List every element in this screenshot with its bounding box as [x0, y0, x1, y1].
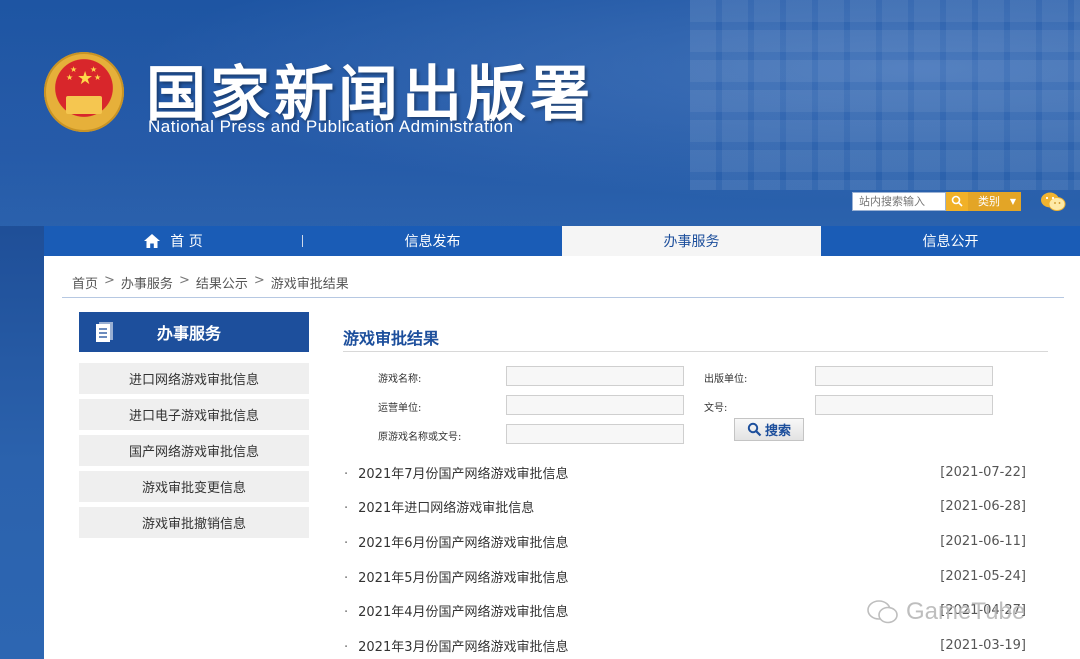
list-item-title[interactable]: 2021年4月份国产网络游戏审批信息 [358, 605, 568, 620]
list-item[interactable]: · 2021年5月份国产网络游戏审批信息 [2021-05-24] [344, 559, 1026, 594]
list-item-title[interactable]: 2021年6月份国产网络游戏审批信息 [358, 536, 568, 551]
category-label: 类别 [978, 195, 1000, 208]
national-emblem-icon: ★ ★ ★ ★ ★ [44, 52, 124, 132]
nav-info-disclosure[interactable]: 信息公开 [821, 226, 1080, 256]
doc-no-input[interactable] [815, 395, 993, 415]
category-dropdown[interactable]: 类别 ▼ [968, 192, 1021, 211]
main-nav: 首 页 信息发布 办事服务 信息公开 [44, 226, 1080, 256]
list-item-date: [2021-06-28] [940, 499, 1026, 515]
list-item-date: [2021-06-11] [940, 533, 1026, 549]
header-background-pattern [690, 0, 1080, 190]
sidebar-item-import-console[interactable]: 进口电子游戏审批信息 [79, 399, 309, 430]
content-panel: 首页 > 办事服务 > 结果公示 > 游戏审批结果 办事服务 进口网络游戏审批信… [44, 256, 1080, 659]
list-item-title[interactable]: 2021年3月份国产网络游戏审批信息 [358, 640, 568, 655]
sidebar-item-import-online[interactable]: 进口网络游戏审批信息 [79, 363, 309, 394]
breadcrumb-home[interactable]: 首页 [72, 273, 98, 292]
list-item-date: [2021-03-19] [940, 637, 1026, 653]
list-item-title[interactable]: 2021年进口网络游戏审批信息 [358, 501, 534, 516]
nav-services-label: 办事服务 [663, 234, 720, 250]
search-button-label: 搜索 [764, 424, 791, 439]
list-item-date: [2021-05-24] [940, 568, 1026, 584]
list-item-date: [2021-07-22] [940, 464, 1026, 480]
nav-info-release-label: 信息发布 [404, 234, 461, 250]
home-icon [144, 234, 161, 248]
search-icon[interactable] [946, 192, 968, 211]
list-item[interactable]: · 2021年6月份国产网络游戏审批信息 [2021-06-11] [344, 524, 1026, 559]
magnifier-icon [747, 422, 762, 437]
breadcrumb-services[interactable]: 办事服务 [121, 273, 173, 292]
watermark: GameTube [866, 598, 1025, 626]
list-item-title[interactable]: 2021年7月份国产网络游戏审批信息 [358, 467, 568, 482]
publisher-input[interactable] [815, 366, 993, 386]
title-divider [343, 351, 1048, 352]
page-title: 游戏审批结果 [343, 329, 440, 348]
game-name-label: 游戏名称: [378, 374, 422, 385]
search-button[interactable]: 搜索 [734, 418, 804, 441]
watermark-text: GameTube [906, 598, 1026, 625]
list-item[interactable]: · 2021年进口网络游戏审批信息 [2021-06-28] [344, 490, 1026, 525]
sidebar-item-domestic-online[interactable]: 国产网络游戏审批信息 [79, 435, 309, 466]
sidebar-item-revocations[interactable]: 游戏审批撤销信息 [79, 507, 309, 538]
nav-services[interactable]: 办事服务 [562, 226, 821, 256]
game-name-input[interactable] [506, 366, 684, 386]
list-item[interactable]: · 2021年7月份国产网络游戏审批信息 [2021-07-22] [344, 455, 1026, 490]
original-name-input[interactable] [506, 424, 684, 444]
nav-home[interactable]: 首 页 [44, 226, 303, 256]
operator-label: 运营单位: [378, 403, 422, 414]
nav-info-disclosure-label: 信息公开 [922, 234, 979, 250]
original-name-label: 原游戏名称或文号: [378, 432, 462, 443]
sidebar-menu: 进口网络游戏审批信息 进口电子游戏审批信息 国产网络游戏审批信息 游戏审批变更信… [79, 363, 309, 543]
list-item[interactable]: · 2021年3月份国产网络游戏审批信息 [2021-03-19] [344, 628, 1026, 659]
breadcrumb-results[interactable]: 结果公示 [196, 273, 248, 292]
operator-input[interactable] [506, 395, 684, 415]
list-item-title[interactable]: 2021年5月份国产网络游戏审批信息 [358, 571, 568, 586]
nav-info-release[interactable]: 信息发布 [303, 226, 562, 256]
breadcrumb-current: 游戏审批结果 [270, 277, 349, 292]
sidebar-title: 办事服务 [157, 324, 222, 343]
breadcrumb-divider [62, 297, 1064, 298]
sidebar-item-changes[interactable]: 游戏审批变更信息 [79, 471, 309, 502]
wechat-watermark-icon [867, 600, 898, 624]
site-header: ★ ★ ★ ★ ★ 国家新闻出版署 National Press and Pub… [0, 0, 1080, 226]
breadcrumb: 首页 > 办事服务 > 结果公示 > 游戏审批结果 [72, 273, 349, 292]
site-subtitle: National Press and Publication Administr… [148, 117, 514, 136]
document-icon [96, 322, 113, 342]
caret-down-icon: ▼ [1009, 197, 1016, 206]
publisher-label: 出版单位: [704, 374, 748, 385]
nav-home-label: 首 页 [170, 234, 203, 250]
doc-no-label: 文号: [704, 403, 728, 414]
site-search-input[interactable] [852, 192, 946, 211]
sidebar-header: 办事服务 [79, 312, 309, 352]
results-list: · 2021年7月份国产网络游戏审批信息 [2021-07-22] · 2021年进… [344, 455, 1026, 659]
wechat-icon[interactable] [1040, 191, 1066, 213]
